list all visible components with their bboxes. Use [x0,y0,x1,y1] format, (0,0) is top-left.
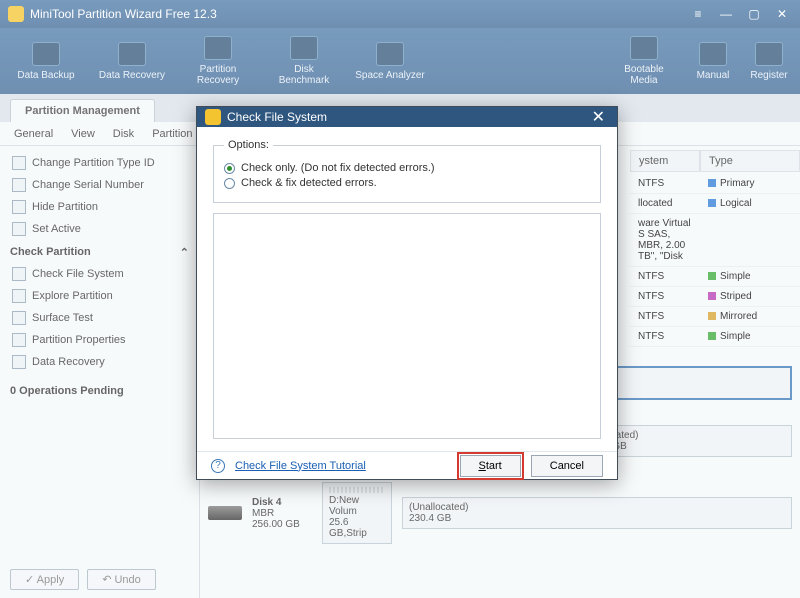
help-icon[interactable]: ? [211,459,225,473]
dialog-titlebar: Check File System ✕ [197,107,617,127]
output-box [213,213,601,439]
dialog-icon [205,109,221,125]
options-fieldset: Options: Check only. (Do not fix detecte… [213,139,601,203]
dialog-close-icon[interactable]: ✕ [588,107,609,127]
opt-check-fix[interactable]: Check & fix detected errors. [224,177,590,189]
dialog-footer: ? Check File System Tutorial Start Cance… [197,451,617,479]
check-fs-dialog: Check File System ✕ Options: Check only.… [196,106,618,480]
start-button[interactable]: Start [460,455,521,477]
options-legend: Options: [224,139,273,151]
radio-icon[interactable] [224,163,235,174]
tutorial-link[interactable]: Check File System Tutorial [235,460,366,472]
opt-check-only[interactable]: Check only. (Do not fix detected errors.… [224,162,590,174]
radio-icon[interactable] [224,178,235,189]
dialog-title: Check File System [227,110,327,124]
cancel-button[interactable]: Cancel [531,455,603,477]
